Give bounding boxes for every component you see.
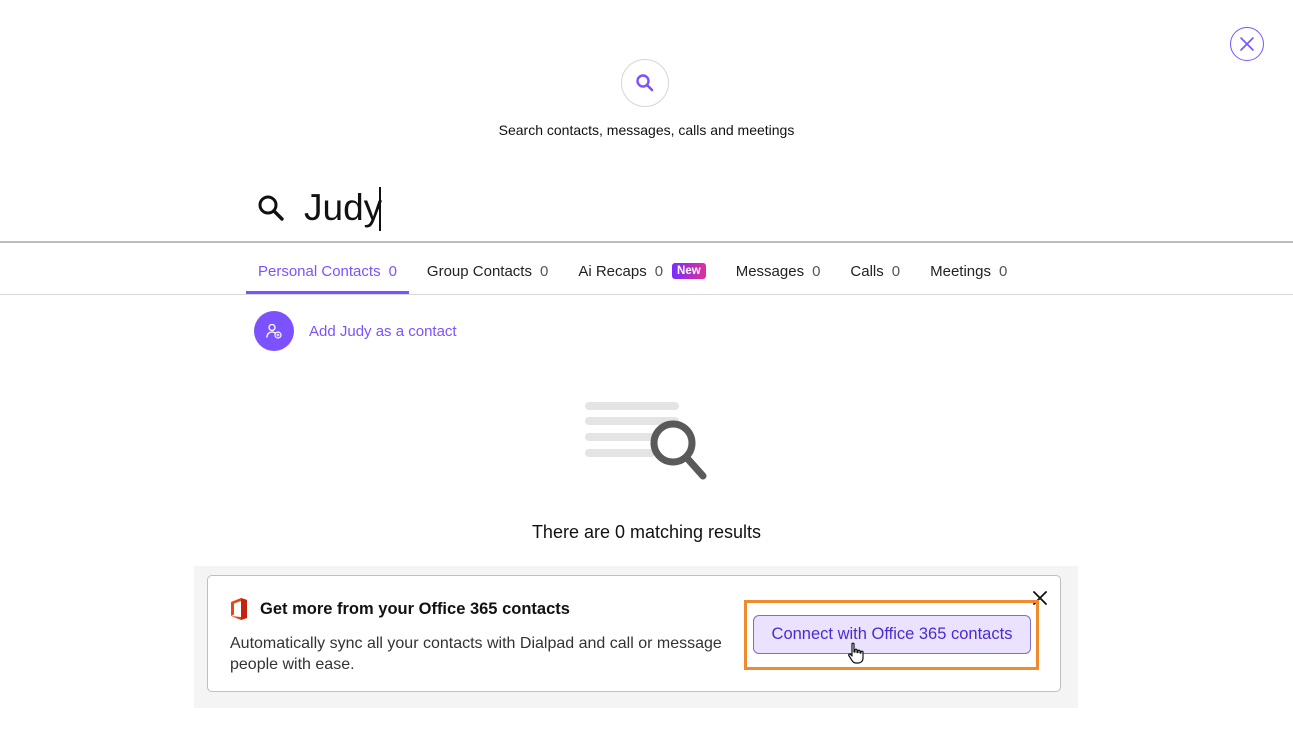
add-person-icon: [266, 323, 282, 339]
add-contact-label: Add Judy as a contact: [309, 322, 457, 340]
close-icon: [1240, 37, 1254, 51]
tab-count: 0: [891, 262, 901, 280]
search-icon: [636, 74, 654, 92]
hand-pointer-icon: [846, 642, 866, 671]
result-tabs: Personal Contacts 0 Group Contacts 0 Ai …: [246, 248, 1025, 294]
close-button[interactable]: [1230, 27, 1264, 61]
tab-count: 0: [388, 262, 397, 280]
tab-label: Group Contacts: [426, 262, 532, 280]
office-logo-icon: [231, 598, 247, 620]
divider: [0, 241, 1293, 243]
add-person-avatar: [254, 311, 294, 351]
add-contact-link[interactable]: Add Judy as a contact: [254, 311, 457, 351]
tab-label: Calls: [850, 262, 884, 280]
tab-ai-recaps[interactable]: Ai Recaps 0 New: [566, 248, 717, 294]
tab-group-contacts[interactable]: Group Contacts 0: [415, 248, 560, 294]
tab-personal-contacts[interactable]: Personal Contacts 0: [246, 248, 409, 294]
hero-text: Search contacts, messages, calls and mee…: [498, 122, 795, 138]
tab-count: 0: [812, 262, 821, 280]
promo-body: Automatically sync all your contacts wit…: [230, 635, 722, 673]
connect-office365-button[interactable]: Connect with Office 365 contacts: [753, 615, 1031, 654]
new-badge: New: [672, 263, 706, 279]
tab-calls[interactable]: Calls 0: [838, 248, 912, 294]
tab-label: Messages: [735, 262, 805, 280]
text-caret: [379, 187, 381, 231]
tab-meetings[interactable]: Meetings 0: [918, 248, 1019, 294]
tab-count: 0: [539, 262, 549, 280]
promo-title: Get more from your Office 365 contacts: [260, 600, 570, 618]
tab-count: 0: [654, 262, 664, 280]
hand-pointer-icon: [848, 642, 864, 664]
tab-label: Meetings: [930, 262, 991, 280]
search-icon: [258, 195, 284, 221]
empty-state-text: There are 0 matching results: [531, 522, 762, 542]
office-logo: [230, 597, 248, 626]
tabs-divider: [0, 294, 1293, 295]
tab-messages[interactable]: Messages 0: [724, 248, 833, 294]
tab-label: Personal Contacts: [258, 262, 381, 280]
tab-count: 0: [998, 262, 1008, 280]
no-results-icon: [585, 402, 707, 480]
no-results-illustration: [583, 398, 713, 493]
hero-search-badge: [621, 59, 669, 107]
search-bar: [256, 182, 804, 234]
tab-label: Ai Recaps: [578, 262, 647, 280]
